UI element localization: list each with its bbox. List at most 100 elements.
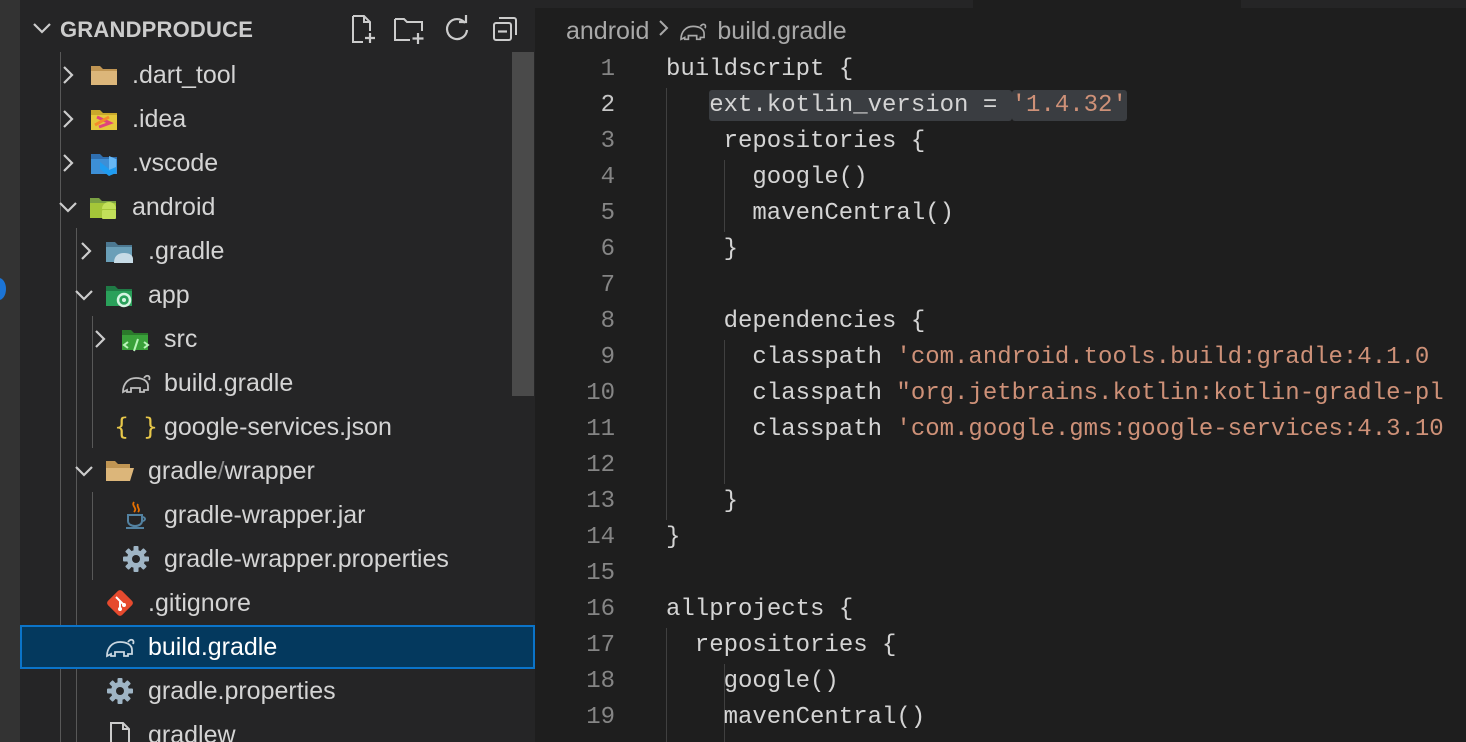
- tree-file-gitignore[interactable]: .gitignore: [20, 581, 535, 625]
- new-file-icon[interactable]: [346, 12, 380, 46]
- tree-folder-vscode[interactable]: .vscode: [20, 141, 535, 185]
- code-line[interactable]: 10 classpath "org.jetbrains.kotlin:kotlin…: [535, 376, 1466, 412]
- code-text: }: [666, 520, 680, 556]
- string-token: 'com.android.tools.build:gradle:4.1.0: [896, 344, 1430, 371]
- folder-open-icon: [104, 455, 136, 487]
- collapse-all-icon[interactable]: [488, 12, 522, 46]
- code-token: }: [723, 236, 738, 263]
- chevron-down-icon: [75, 466, 93, 477]
- code-token: }: [723, 488, 738, 515]
- tree-folder-gradle-wrapper[interactable]: gradle/wrapper: [20, 449, 535, 493]
- code-line[interactable]: 18 google(): [535, 664, 1466, 700]
- tree-item-label: android: [132, 193, 216, 221]
- tree-item-label: gradlew: [148, 721, 236, 742]
- tree-file-gradle-wrapper-jar[interactable]: gradle-wrapper.jar: [20, 493, 535, 537]
- line-number: 5: [600, 200, 615, 227]
- explorer-panel: GRANDPRODUCE .dart_tool .idea .vscode an…: [20, 0, 535, 742]
- gradle-folder-icon: [104, 235, 136, 267]
- tree-item-label: gradle-wrapper.properties: [164, 545, 449, 573]
- folder-icon: [88, 59, 120, 91]
- tree-folder-gradle[interactable]: .gradle: [20, 229, 535, 273]
- tree-file-gradle-wrapper-properties[interactable]: gradle-wrapper.properties: [20, 537, 535, 581]
- breadcrumb-file[interactable]: build.gradle: [717, 17, 846, 46]
- code-line[interactable]: 6}: [535, 232, 1466, 268]
- code-token: classpath: [752, 344, 897, 371]
- tree-item-label: gradle-wrapper.jar: [164, 501, 366, 529]
- code-line[interactable]: 9 classpath 'com.android.tools.build:grad…: [535, 340, 1466, 376]
- code-line[interactable]: 8 dependencies {: [535, 304, 1466, 340]
- code-line[interactable]: 7: [535, 268, 1466, 304]
- tree-folder-src[interactable]: src: [20, 317, 535, 361]
- code-token: mavenCentral(): [723, 704, 926, 731]
- code-token: buildscript {: [666, 56, 854, 83]
- line-number: 16: [586, 596, 615, 623]
- tree-file-google-services-json[interactable]: { } google-services.json: [20, 405, 535, 449]
- code-line[interactable]: 5 mavenCentral(): [535, 196, 1466, 232]
- code-text: repositories {: [724, 124, 926, 160]
- tree-file-gradlew[interactable]: gradlew: [20, 713, 535, 742]
- line-number: 2: [600, 92, 615, 119]
- code-line[interactable]: 4 google(): [535, 160, 1466, 196]
- workspace-title[interactable]: GRANDPRODUCE: [60, 17, 253, 43]
- code-text: }: [724, 484, 738, 520]
- chevron-down-icon[interactable]: [28, 14, 56, 42]
- tree-folder-dart-tool[interactable]: .dart_tool: [20, 53, 535, 97]
- explorer-scrollbar[interactable]: [512, 52, 534, 396]
- code-line[interactable]: 12: [535, 448, 1466, 484]
- tree-item-label: gradle.properties: [148, 677, 336, 705]
- tree-file-app-build-gradle[interactable]: build.gradle: [20, 361, 535, 405]
- code-line[interactable]: 14}: [535, 520, 1466, 556]
- code-line[interactable]: 16 allprojects {: [535, 592, 1466, 628]
- json-braces-icon: { }: [114, 413, 158, 441]
- code-editor[interactable]: android build.gradle 1 buildscript { 2 ext.…: [535, 0, 1466, 742]
- breadcrumb: android build.gradle: [566, 14, 847, 48]
- code-line[interactable]: 15: [535, 556, 1466, 592]
- tree-item-label: app: [148, 281, 190, 309]
- line-number: 15: [586, 560, 615, 587]
- tree-item-label: .dart_tool: [132, 61, 237, 89]
- tree-item-label: .idea: [132, 105, 187, 133]
- code-text: classpath 'com.google.gms:google-service…: [752, 412, 1443, 448]
- code-line[interactable]: 3 repositories {: [535, 124, 1466, 160]
- line-number: 4: [600, 164, 615, 191]
- file-icon: [104, 719, 136, 742]
- code-line[interactable]: 2 ext.kotlin_version = '1.4.32': [535, 88, 1466, 124]
- java-cup-icon: [120, 499, 152, 531]
- code-text: allprojects {: [666, 592, 853, 628]
- code-text: dependencies {: [724, 304, 926, 340]
- code-text: classpath "org.jetbrains.kotlin:kotlin-g…: [752, 376, 1443, 412]
- gradle-elephant-icon: [104, 631, 136, 663]
- string-token: 'com.google.gms:google-services:4.3.10: [896, 416, 1444, 443]
- code-text: repositories {: [695, 628, 897, 664]
- tree-folder-idea[interactable]: .idea: [20, 97, 535, 141]
- line-number: 11: [586, 416, 615, 443]
- code-line[interactable]: 17 repositories {: [535, 628, 1466, 664]
- code-token: repositories {: [694, 632, 897, 659]
- code-line[interactable]: 11 classpath 'com.google.gms:google-servi…: [535, 412, 1466, 448]
- line-number: 19: [586, 704, 615, 731]
- gear-icon: [104, 675, 136, 707]
- code-text: buildscript {: [666, 52, 853, 88]
- new-folder-icon[interactable]: [392, 12, 426, 46]
- refresh-icon[interactable]: [440, 12, 474, 46]
- chevron-right-icon: [81, 242, 92, 260]
- code-line[interactable]: 19 mavenCentral(): [535, 700, 1466, 736]
- code-text: google(): [752, 160, 867, 196]
- tree-item-label: .vscode: [132, 149, 219, 177]
- tree-file-gradle-properties[interactable]: gradle.properties: [20, 669, 535, 713]
- tree-item-label: gradle/wrapper: [148, 457, 315, 485]
- tree-file-build-gradle-selected[interactable]: build.gradle: [20, 625, 535, 669]
- tree-item-label: build.gradle: [164, 369, 294, 397]
- code-token: mavenCentral(): [752, 200, 955, 227]
- string-token: "org.jetbrains.kotlin:kotlin-gradle-pl: [896, 380, 1444, 407]
- code-line[interactable]: 1 buildscript {: [535, 52, 1466, 88]
- code-text: }: [724, 232, 738, 268]
- line-number: 1: [600, 56, 615, 83]
- breadcrumb-folder[interactable]: android: [566, 17, 649, 46]
- tree-folder-app[interactable]: app: [20, 273, 535, 317]
- code-line[interactable]: 13}: [535, 484, 1466, 520]
- line-number: 10: [586, 380, 615, 407]
- vscode-folder-icon: [88, 147, 120, 179]
- tree-folder-android[interactable]: android: [20, 185, 535, 229]
- chevron-right-icon: [63, 154, 74, 172]
